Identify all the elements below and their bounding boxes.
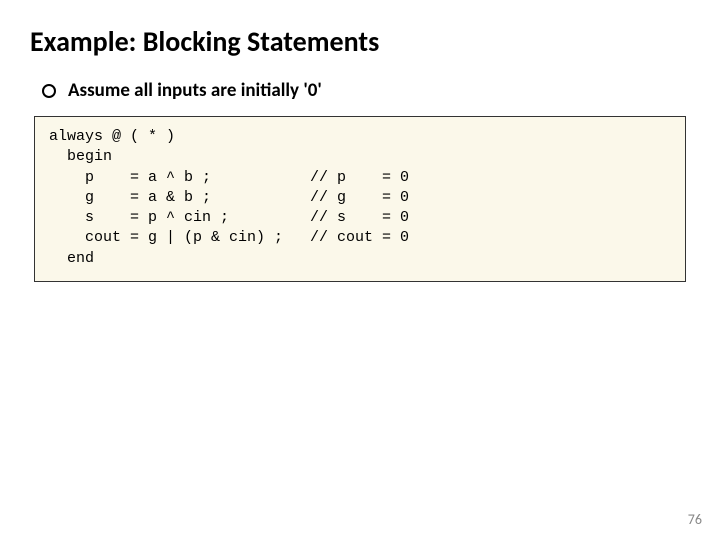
page-number: 76 xyxy=(688,511,702,528)
circle-bullet-icon xyxy=(42,84,56,98)
code-block: always @ ( * ) begin p = a ^ b ; // p = … xyxy=(34,116,686,282)
bullet-text: Assume all inputs are initially '0' xyxy=(68,79,322,102)
slide-title: Example: Blocking Statements xyxy=(30,24,690,59)
slide: Example: Blocking Statements Assume all … xyxy=(0,0,720,540)
bullet-item: Assume all inputs are initially '0' xyxy=(42,79,690,102)
